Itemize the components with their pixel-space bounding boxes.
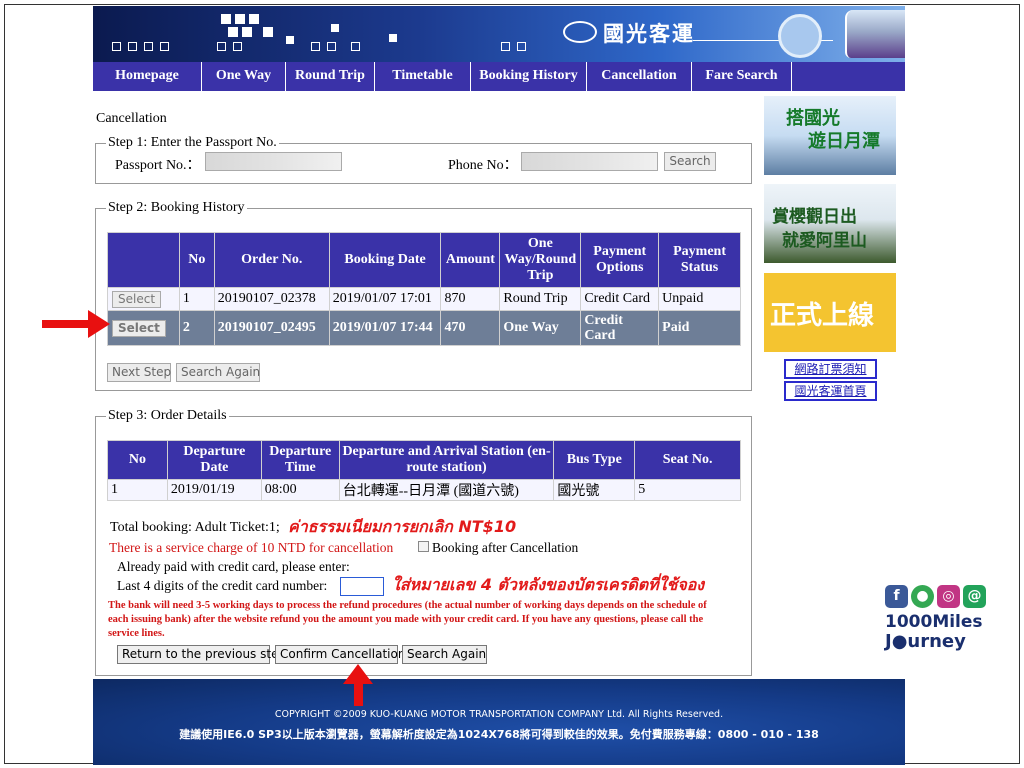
at-sign-icon: @ (963, 585, 986, 608)
select-button-row2[interactable]: Select (112, 319, 166, 337)
cell-departure-date: 2019/01/19 (166, 479, 262, 501)
instagram-icon: ◎ (937, 585, 960, 608)
search-again-button-step2[interactable]: Search Again (176, 363, 260, 382)
cell-departure-time: 08:00 (260, 479, 340, 501)
phone-input[interactable] (521, 152, 658, 171)
bus-graphic (845, 10, 905, 58)
nav-one-way[interactable]: One Way (202, 62, 286, 91)
already-paid-text: Already paid with credit card, please en… (117, 559, 350, 574)
cell-no: 2 (178, 310, 215, 346)
page-footer: COPYRIGHT ©2009 KUO-KUANG MOTOR TRANSPOR… (93, 679, 905, 765)
last4-digits-input[interactable] (340, 577, 384, 596)
cell-trip: One Way (499, 310, 582, 346)
nav-round-trip[interactable]: Round Trip (286, 62, 375, 91)
th-no: No (107, 440, 168, 480)
cell-booking-date: 2019/01/07 17:01 (328, 287, 442, 311)
confirm-cancellation-button[interactable]: Confirm Cancellation (275, 645, 405, 664)
sun-moon-lake-ad[interactable]: 搭國光 遊日月潭 (764, 96, 896, 175)
cell-trip: Round Trip (499, 287, 582, 311)
red-arrow-up-head-icon (343, 664, 373, 684)
th-station: Departure and Arrival Station (en-route … (338, 440, 555, 480)
cell-order-no: 20190107_02495 (213, 310, 330, 346)
cell-station: 台北轉運--日月潭 (國道六號) (338, 479, 555, 501)
kuokuang-homepage-link[interactable]: 國光客運首頁 (784, 381, 877, 401)
search-button[interactable]: Search (664, 152, 716, 171)
booking-history-table: No Order No. Booking Date Amount One Way… (107, 232, 741, 346)
th-bus-type: Bus Type (553, 440, 636, 480)
page-title: Cancellation (96, 111, 167, 126)
th-seat-no: Seat No. (634, 440, 741, 480)
step3-legend: Step 3: Order Details (108, 408, 227, 423)
cell-status: Paid (658, 310, 741, 346)
table-row: 1 2019/01/19 08:00 台北轉運--日月潭 (國道六號) 國光號 … (107, 479, 741, 501)
cell-no: 1 (178, 287, 215, 311)
ad2-line1: 賞櫻觀日出 (772, 207, 857, 227)
thai-card-annotation: ใส่หมายเลข 4 ตัวหลังของบัตรเครดิตที่ใช้จ… (392, 575, 705, 594)
chrome-icon: ● (911, 585, 934, 608)
th-booking-date: Booking Date (328, 232, 442, 288)
th-amount: Amount (440, 232, 501, 288)
th-no: No (178, 232, 215, 288)
banner-logo-text: 國光客運 (603, 22, 695, 46)
thai-fee-annotation: ค่าธรรมเนียมการยกเลิก NT$10 (288, 517, 517, 536)
th-trip-type: One Way/Round Trip (499, 232, 582, 288)
table-row[interactable]: Select 1 20190107_02378 2019/01/07 17:01… (107, 287, 741, 311)
cell-amount: 470 (440, 310, 501, 346)
facebook-icon: f (885, 585, 908, 608)
total-booking-text: Total booking: Adult Ticket:1; (110, 520, 280, 535)
nav-fare-search[interactable]: Fare Search (692, 62, 792, 91)
nav-booking-history[interactable]: Booking History (471, 62, 587, 91)
th-payment-status: Payment Status (658, 232, 741, 288)
cell-status: Unpaid (658, 287, 741, 311)
passport-input[interactable] (205, 152, 342, 171)
nav-cancellation[interactable]: Cancellation (587, 62, 692, 91)
cell-amount: 870 (440, 287, 501, 311)
footer-copyright: COPYRIGHT ©2009 KUO-KUANG MOTOR TRANSPOR… (274, 709, 724, 720)
cell-payment: Credit Card (580, 287, 660, 311)
phone-label: Phone No： (448, 158, 518, 173)
booking-after-cancellation-checkbox[interactable] (418, 541, 429, 552)
online-booking-notice-link[interactable]: 網路訂票須知 (784, 359, 877, 379)
brand-line1: 1000Miles (885, 612, 983, 632)
table-row-selected[interactable]: Select 2 20190107_02495 2019/01/07 17:44… (107, 310, 741, 346)
official-launch-ad[interactable]: 正式上線 (764, 273, 896, 352)
nav-timetable[interactable]: Timetable (375, 62, 471, 91)
booking-after-cancellation-label: Booking after Cancellation (432, 540, 579, 555)
search-again-button-step3[interactable]: Search Again (402, 645, 487, 664)
bank-refund-note: The bank will need 3-5 working days to p… (108, 600, 707, 639)
step1-legend: Step 1: Enter the Passport No. (108, 135, 277, 150)
next-step-button[interactable]: Next Step (107, 363, 171, 382)
header-banner: 國光客運 (93, 6, 905, 62)
main-nav: Homepage One Way Round Trip Timetable Bo… (93, 62, 905, 91)
th-departure-date: Departure Date (166, 440, 262, 480)
th-payment-options: Payment Options (580, 232, 660, 288)
brand-line2: J●urney (885, 631, 966, 652)
cell-payment: Credit Card (580, 310, 660, 346)
kuokuang-logo-icon (563, 21, 597, 43)
passport-label: Passport No.： (115, 158, 201, 173)
nav-homepage[interactable]: Homepage (93, 62, 202, 91)
cell-booking-date: 2019/01/07 17:44 (328, 310, 442, 346)
footer-notice: 建議使用IE6.0 SP3以上版本瀏覽器，螢幕解析度設定為1024X768將可得… (179, 728, 819, 741)
red-arrow-right-icon (42, 320, 92, 328)
cell-no: 1 (107, 479, 168, 501)
order-details-table: No Departure Date Departure Time Departu… (107, 440, 741, 501)
last4-label: Last 4 digits of the credit card number: (117, 578, 328, 593)
step2-legend: Step 2: Booking History (108, 200, 245, 215)
th-departure-time: Departure Time (260, 440, 340, 480)
bus-circle-graphic (778, 14, 822, 58)
th-select (107, 232, 180, 288)
ad1-line2: 遊日月潭 (808, 131, 880, 152)
red-arrow-right-head-icon (88, 310, 110, 338)
return-previous-step-button[interactable]: Return to the previous step (117, 645, 286, 664)
ad3-text: 正式上線 (770, 301, 875, 331)
alishan-ad[interactable]: 賞櫻觀日出 就愛阿里山 (764, 184, 896, 263)
cell-seat-no: 5 (634, 479, 741, 501)
cell-order-no: 20190107_02378 (213, 287, 330, 311)
ad2-line2: 就愛阿里山 (782, 231, 867, 251)
service-charge-text: There is a service charge of 10 NTD for … (109, 540, 394, 555)
select-button-row1[interactable]: Select (112, 290, 162, 308)
cell-bus-type: 國光號 (553, 479, 636, 501)
th-order-no: Order No. (213, 232, 330, 288)
